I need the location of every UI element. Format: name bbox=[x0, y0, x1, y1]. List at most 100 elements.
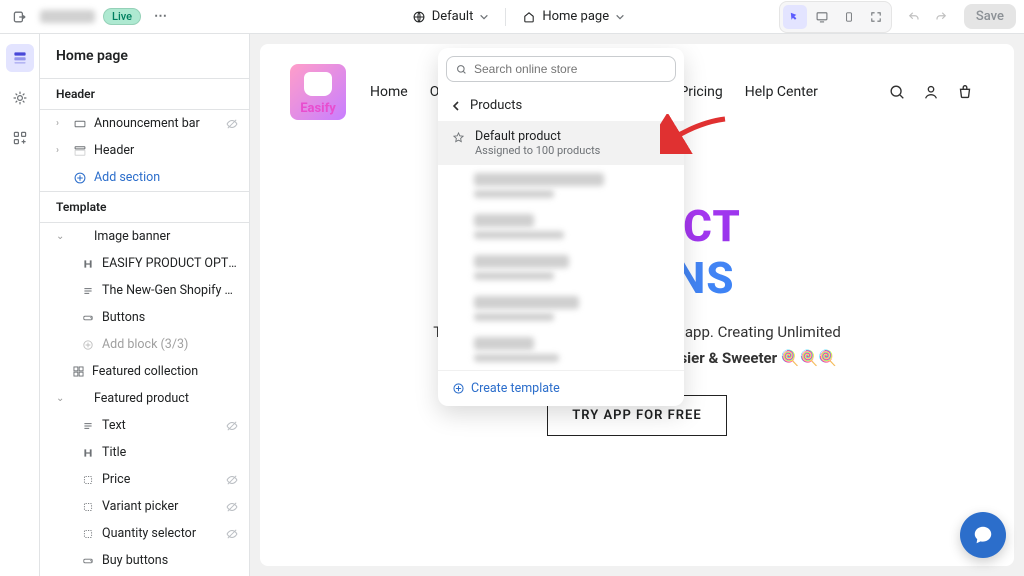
button-icon bbox=[80, 312, 96, 324]
viewport-switcher bbox=[779, 1, 892, 33]
hidden-icon[interactable] bbox=[225, 117, 239, 131]
sidebar-item-label: Featured collection bbox=[92, 364, 239, 379]
desktop-view-button[interactable] bbox=[810, 5, 834, 29]
sidebar-item-buttons[interactable]: Buttons bbox=[40, 304, 249, 331]
page-selector[interactable]: Home page bbox=[522, 9, 625, 24]
text-icon bbox=[80, 420, 96, 432]
sidebar-item-label: Featured product bbox=[94, 391, 239, 406]
globe-icon bbox=[412, 10, 426, 24]
template-selector[interactable]: Default bbox=[412, 9, 490, 24]
annotation-arrow bbox=[660, 114, 730, 154]
header-section-heading: Header bbox=[40, 78, 249, 110]
heading-icon bbox=[80, 447, 96, 459]
dropdown-item-redacted[interactable] bbox=[438, 288, 684, 329]
quantity-icon bbox=[80, 528, 96, 540]
template-section-heading: Template bbox=[40, 191, 249, 223]
price-icon bbox=[80, 474, 96, 486]
redo-button[interactable] bbox=[930, 5, 954, 29]
add-section-button[interactable]: Add section bbox=[40, 164, 249, 191]
dropdown-item-subtitle: Assigned to 100 products bbox=[475, 144, 600, 157]
hidden-icon[interactable] bbox=[225, 419, 239, 433]
search-icon[interactable] bbox=[888, 83, 906, 101]
sidebar-item-label: Quantity selector bbox=[102, 526, 219, 541]
add-block-button-disabled: Add block (3/3) bbox=[40, 331, 249, 358]
sidebar-item-price[interactable]: Price bbox=[40, 466, 249, 493]
sidebar-item-announcement-bar[interactable]: › Announcement bar bbox=[40, 110, 249, 137]
dropdown-item-default-product[interactable]: Default product Assigned to 100 products bbox=[438, 121, 684, 165]
button-icon bbox=[80, 555, 96, 567]
dropdown-item-redacted[interactable] bbox=[438, 206, 684, 247]
sidebar-item-label: Announcement bar bbox=[94, 116, 219, 131]
chevron-right-icon: › bbox=[56, 145, 66, 156]
plus-circle-icon bbox=[72, 171, 88, 185]
sidebar-item-image-banner[interactable]: ⌄ Image banner bbox=[40, 223, 249, 250]
cart-icon[interactable] bbox=[956, 83, 974, 101]
exit-button[interactable] bbox=[8, 5, 32, 29]
theme-settings-tab[interactable] bbox=[6, 84, 34, 112]
chevron-down-icon: ⌄ bbox=[56, 393, 66, 404]
app-embeds-tab[interactable] bbox=[6, 124, 34, 152]
chevron-left-icon bbox=[450, 100, 462, 112]
home-icon bbox=[522, 10, 536, 24]
text-icon bbox=[80, 285, 96, 297]
nav-link[interactable]: Help Center bbox=[745, 84, 818, 100]
dropdown-item-redacted[interactable] bbox=[438, 247, 684, 288]
dropdown-item-redacted[interactable] bbox=[438, 165, 684, 206]
sidebar-item-title[interactable]: Title bbox=[40, 439, 249, 466]
sidebar-item-label: Image banner bbox=[94, 229, 239, 244]
search-input[interactable] bbox=[474, 62, 667, 76]
star-icon bbox=[452, 131, 465, 144]
chevron-down-icon: ⌄ bbox=[56, 231, 66, 242]
theme-name bbox=[40, 10, 95, 23]
account-icon[interactable] bbox=[922, 83, 940, 101]
sidebar-item-label: Price bbox=[102, 472, 219, 487]
hidden-icon[interactable] bbox=[225, 500, 239, 514]
sidebar-item-header[interactable]: › Header bbox=[40, 137, 249, 164]
fullscreen-button[interactable] bbox=[864, 5, 888, 29]
sidebar-item-featured-collection[interactable]: Featured collection bbox=[40, 358, 249, 385]
sidebar-item-label: Buttons bbox=[102, 310, 239, 325]
sidebar-item-label: Variant picker bbox=[102, 499, 219, 514]
dropdown-item-title: Default product bbox=[475, 129, 600, 144]
plus-circle-icon bbox=[80, 339, 96, 351]
search-input-wrapper[interactable] bbox=[446, 56, 676, 82]
sidebar-item-featured-product[interactable]: ⌄ Featured product bbox=[40, 385, 249, 412]
sidebar-item-variant-picker[interactable]: Variant picker bbox=[40, 493, 249, 520]
create-template-button[interactable]: Create template bbox=[438, 370, 684, 406]
hidden-icon[interactable] bbox=[225, 527, 239, 541]
separator bbox=[505, 8, 506, 26]
sidebar-item-quantity[interactable]: Quantity selector bbox=[40, 520, 249, 547]
add-section-label: Add section bbox=[94, 170, 239, 185]
hidden-icon[interactable] bbox=[225, 473, 239, 487]
collection-icon bbox=[70, 365, 86, 378]
sidebar-item-label: Text bbox=[102, 418, 219, 433]
plus-circle-icon bbox=[452, 382, 465, 395]
sidebar-item-label: Buy buttons bbox=[102, 553, 239, 568]
sections-tab[interactable] bbox=[6, 44, 34, 72]
sidebar-item-buy-buttons[interactable]: Buy buttons bbox=[40, 547, 249, 574]
dropdown-products-back[interactable]: Products bbox=[438, 90, 684, 121]
chat-widget-button[interactable] bbox=[960, 512, 1006, 558]
sidebar-item-text[interactable]: Text bbox=[40, 412, 249, 439]
site-logo[interactable]: Easify bbox=[290, 64, 346, 120]
announcement-icon bbox=[72, 117, 88, 131]
add-block-label: Add block (3/3) bbox=[102, 337, 239, 352]
more-menu-button[interactable]: ⋯ bbox=[149, 5, 173, 29]
template-selector-label: Default bbox=[432, 9, 474, 24]
undo-button[interactable] bbox=[902, 5, 926, 29]
save-button: Save bbox=[964, 4, 1016, 29]
sidebar-item-newgen-text[interactable]: The New-Gen Shopify Product O... bbox=[40, 277, 249, 304]
product-template-dropdown: Products Default product Assigned to 100… bbox=[438, 48, 684, 406]
create-template-label: Create template bbox=[471, 381, 560, 396]
search-icon bbox=[455, 63, 468, 76]
nav-link[interactable]: Home bbox=[370, 84, 408, 100]
heading-icon bbox=[80, 258, 96, 270]
mobile-view-button[interactable] bbox=[837, 5, 861, 29]
nav-link[interactable]: Pricing bbox=[679, 84, 722, 100]
sidebar-item-easify-heading[interactable]: EASIFY PRODUCT OPTIONS bbox=[40, 250, 249, 277]
live-badge: Live bbox=[103, 8, 141, 25]
page-selector-label: Home page bbox=[542, 9, 609, 24]
chevron-down-icon bbox=[479, 12, 489, 22]
inspector-button[interactable] bbox=[783, 5, 807, 29]
dropdown-item-redacted[interactable] bbox=[438, 329, 684, 370]
